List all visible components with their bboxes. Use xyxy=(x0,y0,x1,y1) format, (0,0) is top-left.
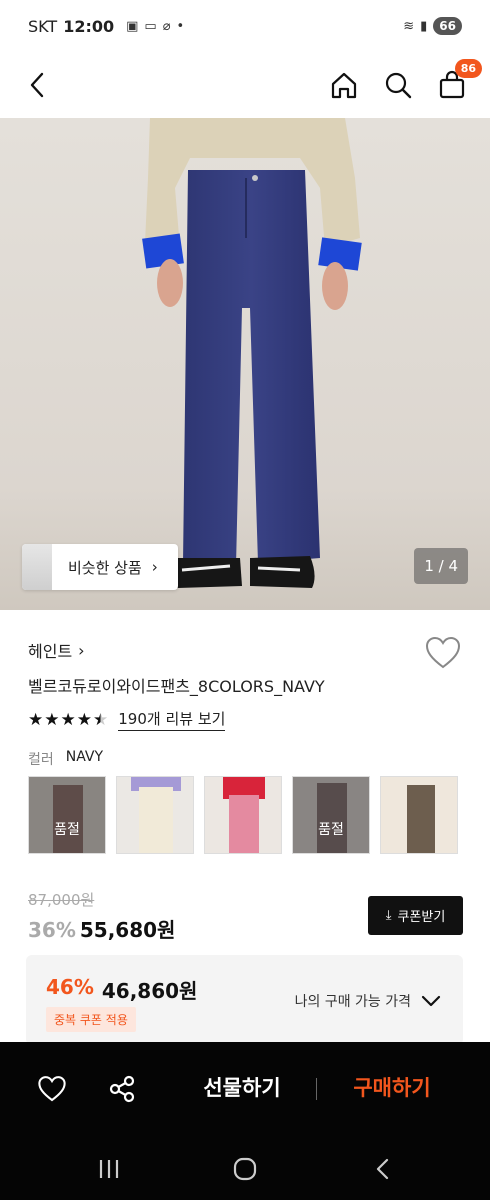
benefit-price-box[interactable]: 46% 46,860원 중복 쿠폰 적용 나의 구매 가능 가격 xyxy=(26,955,463,1045)
original-price: 87,000원 xyxy=(28,891,95,909)
back-nav-icon xyxy=(376,1158,389,1180)
like-button[interactable] xyxy=(32,1069,72,1109)
image-pager: 1 / 4 xyxy=(414,548,468,584)
recent-apps-icon xyxy=(99,1160,119,1178)
soldout-overlay: 품절 xyxy=(29,777,105,853)
search-icon xyxy=(385,72,412,99)
home-nav-icon xyxy=(233,1157,257,1181)
brand-link[interactable]: 헤인트 › xyxy=(28,638,85,662)
star-rating: ★ ★ ★ ★ ★ xyxy=(28,710,108,730)
status-bar: SKT 12:00 ▣ ▭ ⌀ • ≋ ▮ 66 xyxy=(0,0,490,52)
coupon-button-label: 쿠폰받기 xyxy=(397,910,446,925)
heart-icon xyxy=(425,636,461,669)
chevron-right-icon: › xyxy=(151,558,158,576)
similar-label: 비슷한 상품 xyxy=(68,558,142,577)
clock: 12:00 xyxy=(63,16,115,36)
swatch-image xyxy=(117,777,193,853)
link-icon: ⌀ xyxy=(162,18,171,34)
soldout-overlay: 품절 xyxy=(293,777,369,853)
sale-price-row: 36% 55,680원 xyxy=(28,914,175,943)
heart-icon xyxy=(38,1076,66,1102)
recent-apps-button[interactable] xyxy=(94,1154,124,1184)
product-name: 벨르코듀로이와이드팬츠_8COLORS_NAVY xyxy=(28,677,325,696)
color-swatch[interactable]: 품절 xyxy=(28,776,106,854)
sale-price: 55,680원 xyxy=(79,918,176,942)
cart-count-badge: 86 xyxy=(454,59,482,78)
nav-actions: 86 xyxy=(328,59,482,101)
chevron-right-icon: › xyxy=(78,640,85,660)
color-swatch[interactable] xyxy=(380,776,458,854)
battery-indicator: 66 xyxy=(433,17,462,35)
product-photo xyxy=(0,118,490,610)
back-icon xyxy=(30,72,44,98)
cart-button[interactable]: 86 xyxy=(436,59,482,101)
gift-button[interactable]: 선물하기 xyxy=(180,1072,304,1102)
swatch-image xyxy=(205,777,281,853)
dot-icon: • xyxy=(176,18,185,34)
notification-icons: ▣ ▭ ⌀ • xyxy=(126,19,184,34)
color-value: NAVY xyxy=(65,749,104,765)
wifi-icon: ≋ xyxy=(403,18,415,34)
my-price-toggle[interactable]: 나의 구매 가능 가격 xyxy=(295,991,441,1011)
home-icon xyxy=(331,72,357,99)
action-divider xyxy=(316,1078,317,1100)
top-nav: 86 xyxy=(0,52,490,118)
home-button[interactable] xyxy=(328,69,360,101)
color-option-row: 컬러 NAVY xyxy=(28,749,103,769)
brand-name: 헤인트 xyxy=(28,642,73,661)
coupon-download-button[interactable]: ⤓ 쿠폰받기 xyxy=(368,896,463,935)
color-swatch[interactable]: 품절 xyxy=(292,776,370,854)
signal-icon: ▮ xyxy=(420,18,428,34)
my-price-label: 나의 구매 가능 가격 xyxy=(294,994,411,1010)
purchase-action-bar: 선물하기 구매하기 xyxy=(0,1042,490,1136)
status-left: SKT 12:00 ▣ ▭ ⌀ • xyxy=(28,17,184,36)
color-swatches: 품절 품절 xyxy=(28,776,458,854)
similar-label-wrap: 비슷한 상품 › xyxy=(52,557,178,578)
color-swatch[interactable] xyxy=(204,776,282,854)
half-star-icon: ★ xyxy=(93,709,109,730)
review-link[interactable]: 190개 리뷰 보기 xyxy=(118,708,226,731)
chevron-down-icon xyxy=(421,995,441,1007)
color-swatch[interactable] xyxy=(116,776,194,854)
share-button[interactable] xyxy=(102,1069,142,1109)
similar-thumbnail xyxy=(22,544,52,590)
benefit-price: 46% 46,860원 xyxy=(46,975,197,1004)
swatch-image xyxy=(381,777,457,853)
search-button[interactable] xyxy=(382,69,414,101)
star-icon: ★ xyxy=(60,709,76,730)
back-button[interactable] xyxy=(22,69,54,101)
message-icon: ▭ xyxy=(144,18,157,34)
share-icon xyxy=(109,1075,135,1103)
home-nav-button[interactable] xyxy=(230,1154,260,1184)
status-right: ≋ ▮ 66 xyxy=(403,17,462,35)
star-icon: ★ xyxy=(44,709,60,730)
download-icon: ⤓ xyxy=(385,908,392,923)
star-icon: ★ xyxy=(76,709,92,730)
wishlist-button[interactable] xyxy=(424,636,462,674)
system-navigation-bar xyxy=(0,1136,490,1200)
star-icon: ★ xyxy=(28,709,44,730)
back-nav-button[interactable] xyxy=(368,1154,398,1184)
buy-button[interactable]: 구매하기 xyxy=(330,1072,454,1102)
rating-row: ★ ★ ★ ★ ★ 190개 리뷰 보기 xyxy=(28,708,226,731)
product-image-carousel[interactable]: 비슷한 상품 › 1 / 4 xyxy=(0,118,490,610)
screenshot-icon: ▣ xyxy=(126,18,139,34)
similar-products-button[interactable]: 비슷한 상품 › xyxy=(22,544,178,590)
carrier-label: SKT xyxy=(28,16,58,36)
benefit-rate: 46% xyxy=(46,975,94,999)
duplicate-coupon-badge: 중복 쿠폰 적용 xyxy=(46,1007,136,1032)
color-label: 컬러 xyxy=(28,752,54,768)
discount-rate: 36% xyxy=(28,918,76,942)
benefit-amount: 46,860원 xyxy=(101,979,198,1003)
